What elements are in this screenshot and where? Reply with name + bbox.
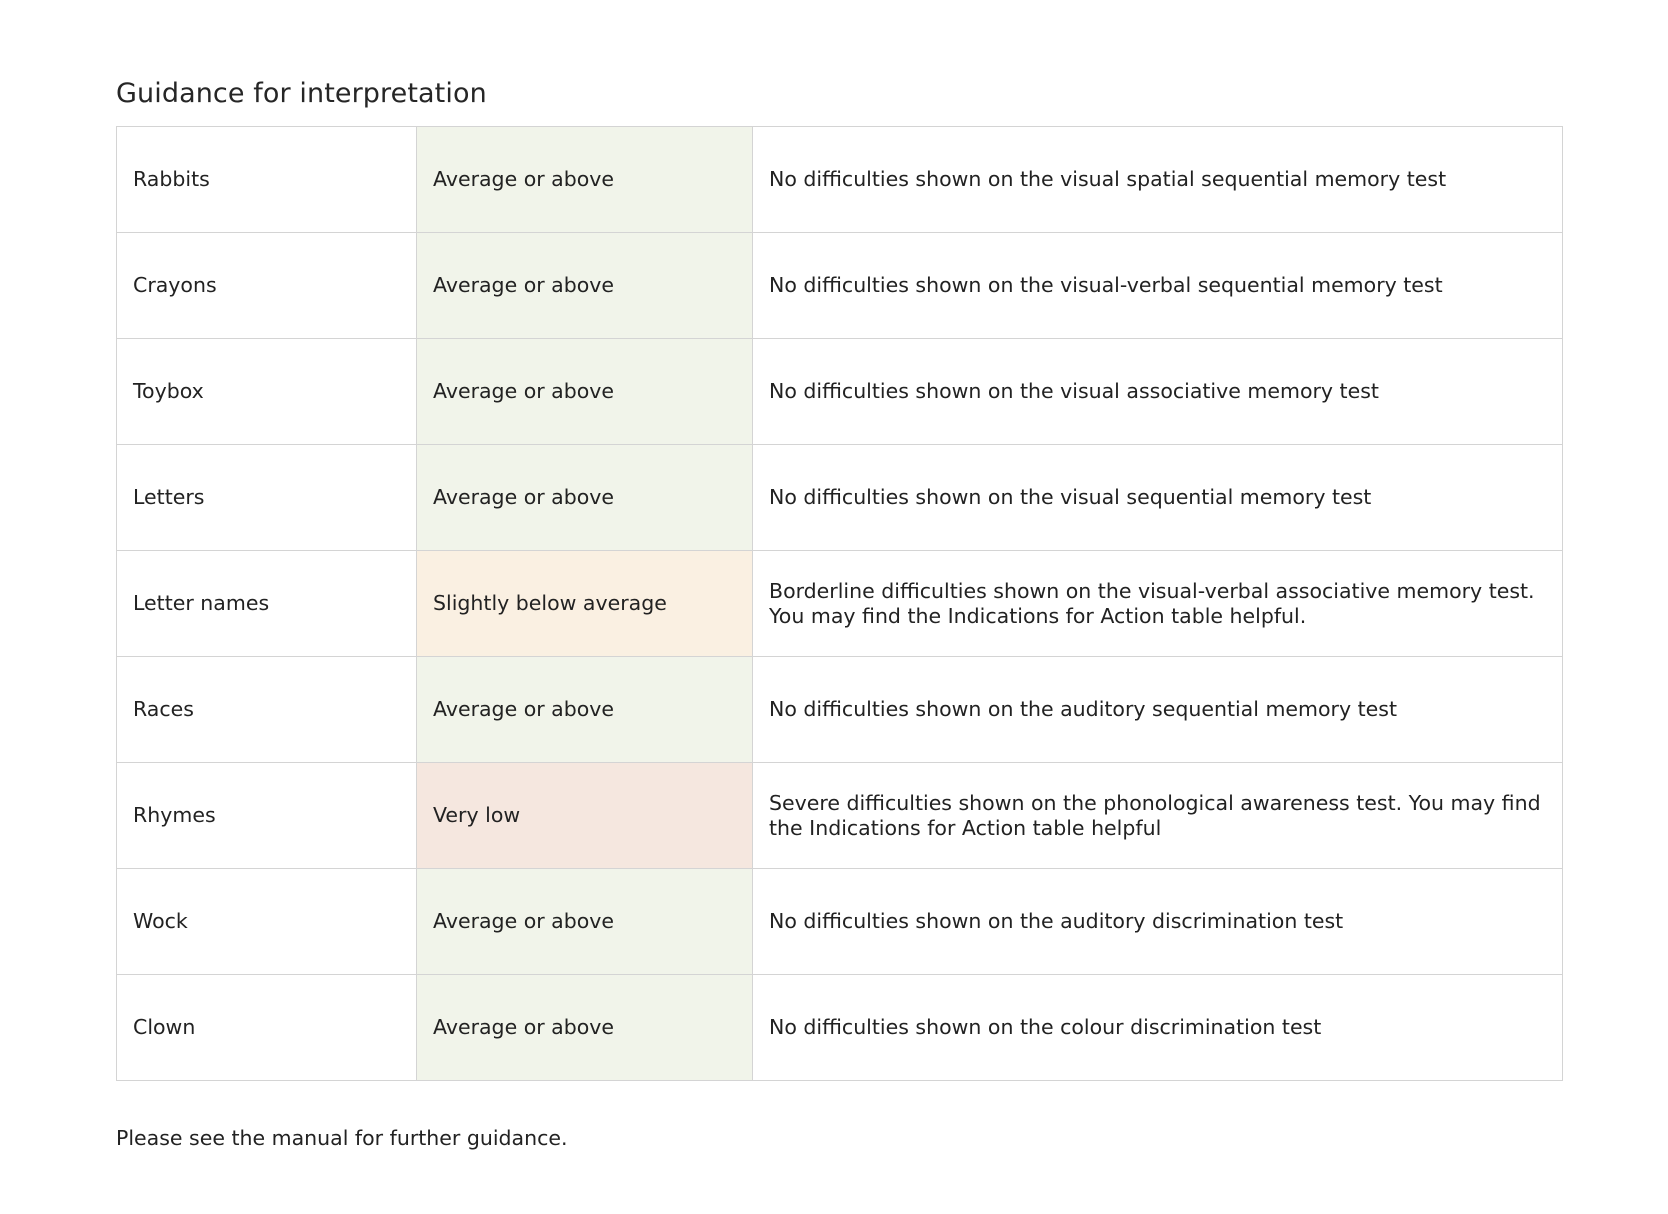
table-row: Crayons Average or above No difficulties s…	[116, 232, 1563, 339]
result-cell: Average or above	[416, 974, 753, 1081]
test-name-cell: Races	[116, 656, 417, 763]
table-body: Rabbits Average or above No difficulties s…	[116, 126, 1563, 1081]
description-cell: No difficulties shown on the visual-verb…	[752, 232, 1563, 339]
result-cell: Average or above	[416, 338, 753, 445]
table-row: Rhymes Very low Severe difficulties shown …	[116, 762, 1563, 869]
result-cell: Average or above	[416, 232, 753, 339]
test-name-cell: Letters	[116, 444, 417, 551]
table-row: Races Average or above No difficulties sho…	[116, 656, 1563, 763]
test-name-cell: Clown	[116, 974, 417, 1081]
description-cell: No difficulties shown on the auditory di…	[752, 868, 1563, 975]
description-cell: No difficulties shown on the visual asso…	[752, 338, 1563, 445]
description-cell: No difficulties shown on the visual spat…	[752, 126, 1563, 233]
test-name-cell: Crayons	[116, 232, 417, 339]
table-row: Letter names Slightly below average Border…	[116, 550, 1563, 657]
test-name-cell: Letter names	[116, 550, 417, 657]
test-name-cell: Rabbits	[116, 126, 417, 233]
result-cell: Average or above	[416, 126, 753, 233]
footer-note: Please see the manual for further guidan…	[116, 1126, 568, 1150]
test-name-cell: Toybox	[116, 338, 417, 445]
description-cell: No difficulties shown on the colour disc…	[752, 974, 1563, 1081]
interpretation-table: Rabbits Average or above No difficulties s…	[116, 126, 1563, 1081]
description-cell: No difficulties shown on the visual sequ…	[752, 444, 1563, 551]
table-row: Letters Average or above No difficulties s…	[116, 444, 1563, 551]
result-cell: Average or above	[416, 868, 753, 975]
table-row: Toybox Average or above No difficulties sh…	[116, 338, 1563, 445]
result-cell: Average or above	[416, 656, 753, 763]
result-cell: Slightly below average	[416, 550, 753, 657]
description-cell: Borderline difficulties shown on the vis…	[752, 550, 1563, 657]
page-title: Guidance for interpretation	[116, 78, 487, 109]
result-cell: Very low	[416, 762, 753, 869]
test-name-cell: Rhymes	[116, 762, 417, 869]
description-cell: No difficulties shown on the auditory se…	[752, 656, 1563, 763]
table-row: Clown Average or above No difficulties sho…	[116, 974, 1563, 1081]
description-cell: Severe difficulties shown on the phonolo…	[752, 762, 1563, 869]
test-name-cell: Wock	[116, 868, 417, 975]
table-row: Rabbits Average or above No difficulties s…	[116, 126, 1563, 233]
result-cell: Average or above	[416, 444, 753, 551]
table-row: Wock Average or above No difficulties show…	[116, 868, 1563, 975]
